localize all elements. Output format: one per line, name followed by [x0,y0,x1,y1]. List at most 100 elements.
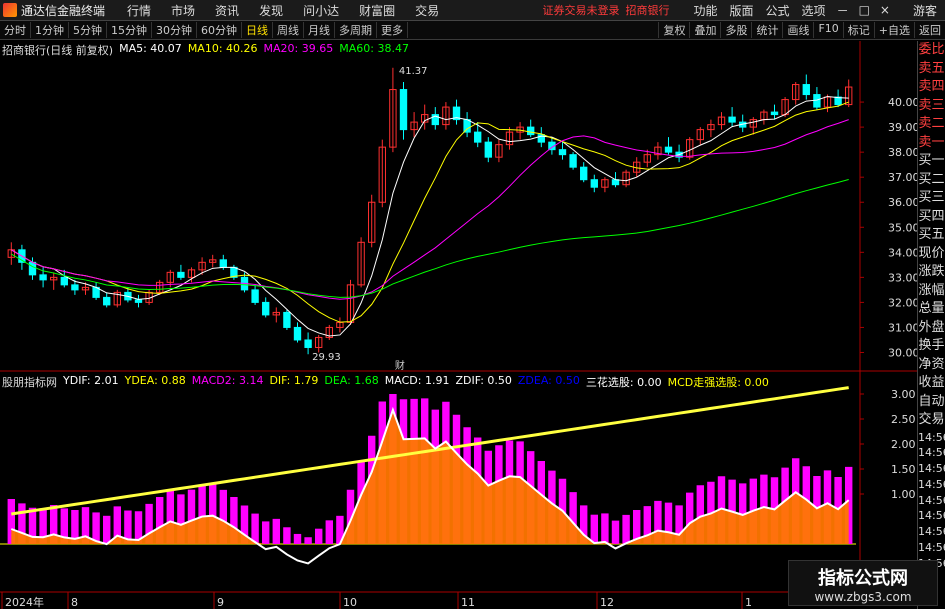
candle-body [103,296,111,306]
candle-body [304,339,312,348]
candle-body [834,96,842,106]
indicator-name[interactable]: 股朋指标网 [2,374,57,389]
quote-sidebar: 委比 卖五 卖四 卖三 卖二 卖一 买一 买二 买三 买四 买五 现价 涨跌 涨幅 总量 外盘 换手 净资 收益 自动… [917,41,945,609]
date-label: 9 [217,596,224,609]
sidebar-item[interactable]: 委比 [918,41,945,60]
candle-body [580,166,588,181]
price-label: 39.00 [888,121,920,134]
stock-info-line: 招商银行(日线 前复权) MA5: 40.07 MA10: 40.26 MA20… [2,42,409,57]
price-label: 32.00 [888,296,920,309]
sidebar-item[interactable]: 卖四 [918,78,945,97]
candle-body [399,89,408,131]
candle-body [770,111,779,116]
sidebar-time: 14:56 [918,462,945,476]
candle-body [664,146,673,153]
kline-chart[interactable]: 40.00 39.00 38.00 37.00 36.00 35.00 34.00 33.00… [0,0,945,609]
date-label: 11 [461,596,475,609]
ma60-value: MA60: 38.47 [339,42,409,55]
sidebar-item[interactable]: 现价 [918,245,945,264]
price-label: 37.00 [888,171,920,184]
price-label: 33.00 [888,271,920,284]
ma60-line [11,179,849,298]
candle-body [474,131,482,143]
sidebar-time: 14:56 [918,525,945,539]
ma20-value: MA20: 39.65 [263,42,334,55]
indicator-value: MACD2: 3.14 [191,374,264,387]
candle-body [813,94,821,108]
sidebar-time: 14:56 [918,477,945,491]
sidebar-item[interactable]: 卖二 [918,115,945,134]
finance-marker: 财 [395,359,405,372]
sidebar-item[interactable]: 净资 [918,356,945,375]
date-label: 8 [71,596,78,609]
sidebar-item[interactable]: 换手 [918,337,945,356]
price-label: 35.00 [888,221,920,234]
candle-body [527,126,535,136]
indicator-label: 1.50 [891,463,916,476]
sidebar-time: 14:56 [918,493,945,507]
price-label: 30.00 [888,346,920,359]
candle-body [219,259,227,268]
indicator-value: ZDIF: 0.50 [455,374,512,387]
sidebar-time: 14:56 [918,446,945,460]
sidebar-item[interactable]: 涨幅 [918,282,945,301]
indicator-value: DIF: 1.79 [269,374,319,387]
sidebar-item[interactable]: 自动 [918,393,945,412]
candle-body [293,326,302,341]
indicator-value: MCD走强选股: 0.00 [667,376,769,389]
ma5-value: MA5: 40.07 [119,42,182,55]
sidebar-item[interactable]: 买二 [918,171,945,190]
sidebar-item[interactable]: 卖五 [918,60,945,79]
ma20-line [11,119,849,300]
candle-body [134,299,143,303]
sidebar-item[interactable]: 买一 [918,152,945,171]
sidebar-time: 14:56 [918,430,945,444]
indicator-value: YDIF: 2.01 [63,374,119,387]
candle-body [283,311,291,328]
sidebar-item[interactable]: 买五 [918,226,945,245]
date-label: 2024年 [5,595,44,609]
sidebar-item[interactable]: 买三 [918,189,945,208]
sidebar-item[interactable]: 买四 [918,208,945,227]
sidebar-item[interactable]: 交易 [918,411,945,430]
candle-body [590,179,598,188]
low-price-label: 29.93 [312,352,341,363]
candle-body [71,284,79,291]
sidebar-item[interactable]: 卖三 [918,97,945,116]
high-price-label: 41.37 [399,66,428,77]
sidebar-time: 14:56 [918,541,945,555]
indicator-value: MACD: 1.91 [384,374,450,387]
watermark-url: www.zbgs3.com [814,590,912,604]
indicator-value: DEA: 1.68 [324,374,379,387]
indicator-info-line: 股朋指标网 YDIF: 2.01 YDEA: 0.88 MACD2: 3.14 DIF… [2,374,769,389]
indicator-value: YDEA: 0.88 [124,374,186,387]
indicator-value: 三花选股: 0.00 [585,376,662,389]
candle-body [177,271,185,278]
candle-body [558,149,567,156]
date-label: 12 [600,596,614,609]
candle-body [611,179,620,186]
candle-body [802,84,810,96]
sidebar-time: 14:56 [918,509,945,523]
price-label: 36.00 [888,196,920,209]
indicator-label: 2.00 [891,438,916,451]
candle-body [484,141,492,158]
price-label: 38.00 [888,146,920,159]
candle-body [463,119,471,133]
sidebar-item[interactable]: 卖一 [918,134,945,153]
price-label: 34.00 [888,246,920,259]
price-label: 31.00 [888,321,920,334]
date-label: 1 [745,596,752,609]
indicator-label: 3.00 [891,388,916,401]
ma10-value: MA10: 40.26 [187,42,258,55]
candle-body [569,154,577,168]
candle-body [251,289,259,303]
sidebar-item[interactable]: 涨跌 [918,263,945,282]
indicator-label: 2.50 [891,413,916,426]
sidebar-item[interactable]: 总量 [918,300,945,319]
sidebar-item[interactable]: 外盘 [918,319,945,338]
date-label: 10 [343,596,357,609]
indicator-label: 1.00 [891,488,916,501]
sidebar-item[interactable]: 收益 [918,374,945,393]
candle-body [39,274,47,281]
